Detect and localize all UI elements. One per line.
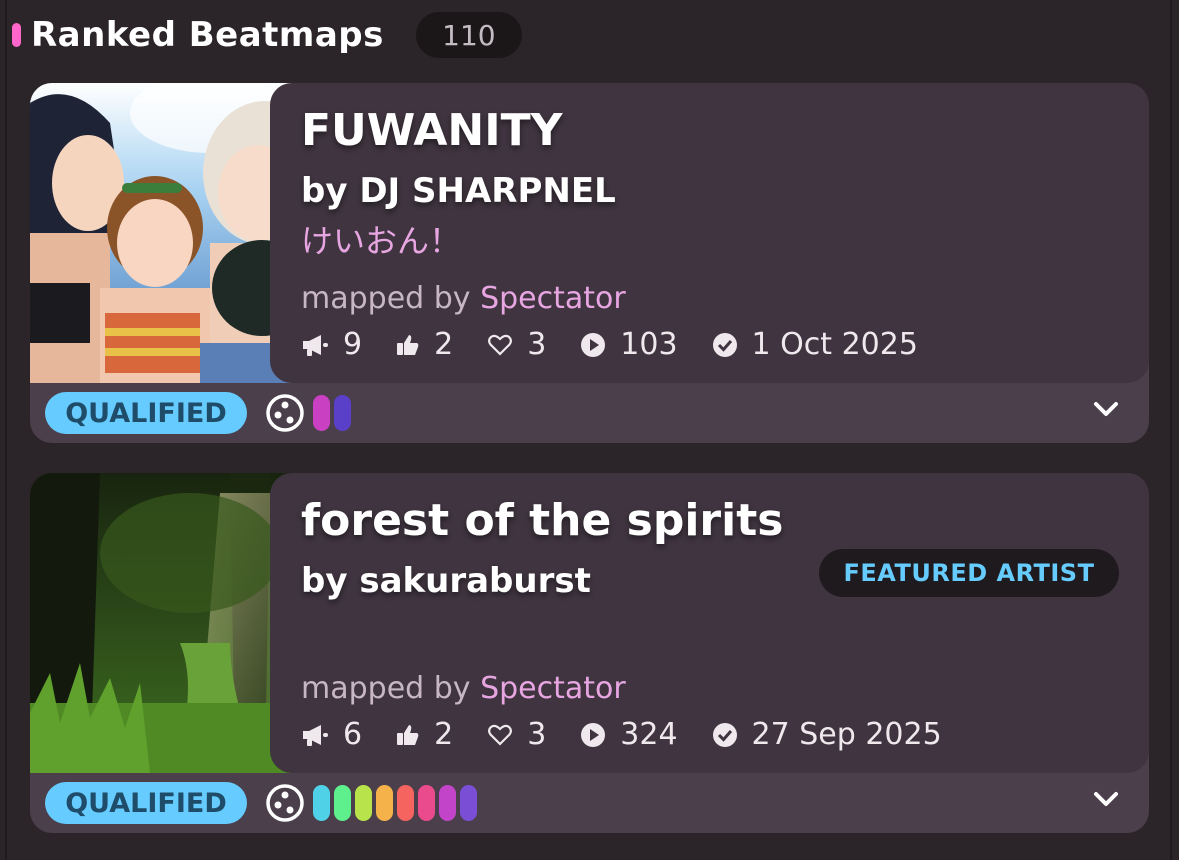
beatmap-card[interactable]: FUWANITY by DJ SHARPNEL けいおん！ mapped by … [30,83,1149,443]
difficulty-pill[interactable] [355,785,372,821]
bullhorn-icon [303,724,328,746]
section-title: Ranked Beatmaps [31,15,384,55]
beatmap-stats: 9 2 3 103 1 Oct 2025 [301,327,952,362]
nominations-count: 9 [343,327,363,362]
osu-mode-icon [266,784,304,822]
difficulty-pill[interactable] [313,785,330,821]
difficulty-pill[interactable] [334,395,351,431]
date-stat: 27 Sep 2025 [712,717,942,752]
difficulty-pill[interactable] [376,785,393,821]
bullhorn-icon [303,334,328,356]
upvotes-count: 2 [434,717,454,752]
osu-mode-icon [266,394,304,432]
plays-count: 324 [620,717,678,752]
chevron-down-icon[interactable] [1093,791,1119,809]
date-stat: 1 Oct 2025 [712,327,918,362]
check-circle-icon [712,332,737,357]
header-accent-bar [12,23,21,47]
section-header: Ranked Beatmaps 110 [12,12,522,58]
favourites-stat: 3 [487,717,546,752]
thumbs-up-icon [397,334,419,355]
nominations-stat: 6 [301,717,362,752]
status-badge: QUALIFIED [45,782,247,824]
play-circle-icon [581,332,606,357]
mapper-link[interactable]: Spectator [480,281,626,316]
beatmap-artist: by DJ SHARPNEL [301,171,616,211]
mapped-by-label: mapped by [301,671,471,706]
difficulty-pill[interactable] [334,785,351,821]
status-badge: QUALIFIED [45,392,247,434]
mapped-by-line: mapped by Spectator [301,281,626,316]
ranked-date: 1 Oct 2025 [751,327,918,362]
ranked-date: 27 Sep 2025 [751,717,942,752]
favourites-count: 3 [527,327,547,362]
upvotes-count: 2 [434,327,454,362]
mapper-link[interactable]: Spectator [480,671,626,706]
beatmap-info-panel[interactable]: FUWANITY by DJ SHARPNEL けいおん！ mapped by … [270,83,1149,383]
favourites-stat: 3 [487,327,546,362]
plays-count: 103 [620,327,678,362]
difficulty-pill[interactable] [313,395,330,431]
upvotes-stat: 2 [396,327,453,362]
favourites-count: 3 [527,717,547,752]
difficulty-list [313,785,481,821]
beatmap-artist: by sakuraburst [301,561,591,601]
featured-artist-badge[interactable]: FEATURED ARTIST [819,549,1119,597]
difficulty-pill[interactable] [418,785,435,821]
beatmap-card[interactable]: forest of the spirits by sakuraburst FEA… [30,473,1149,833]
difficulty-list [313,395,355,431]
beatmap-source[interactable]: けいおん！ [301,216,461,262]
beatmap-card-footer: QUALIFIED [30,773,1149,833]
plays-stat: 324 [580,717,678,752]
upvotes-stat: 2 [396,717,453,752]
plays-stat: 103 [580,327,678,362]
thumbs-up-icon [397,724,419,745]
mapped-by-line: mapped by Spectator [301,671,626,706]
heart-icon [488,724,513,746]
beatmap-stats: 6 2 3 324 27 Sep 2025 [301,717,976,752]
beatmap-title[interactable]: FUWANITY [301,105,562,156]
chevron-down-icon[interactable] [1093,401,1119,419]
nominations-count: 6 [343,717,363,752]
play-circle-icon [581,722,606,747]
beatmap-count-badge: 110 [415,12,522,58]
difficulty-pill[interactable] [397,785,414,821]
frame-border-left [5,0,7,860]
nominations-stat: 9 [301,327,362,362]
check-circle-icon [712,722,737,747]
frame-border-right [1170,0,1172,860]
mapped-by-label: mapped by [301,281,471,316]
heart-icon [488,334,513,356]
beatmap-info-panel[interactable]: forest of the spirits by sakuraburst FEA… [270,473,1149,773]
difficulty-pill[interactable] [439,785,456,821]
difficulty-pill[interactable] [460,785,477,821]
beatmap-card-footer: QUALIFIED [30,383,1149,443]
beatmap-title[interactable]: forest of the spirits [301,495,783,546]
